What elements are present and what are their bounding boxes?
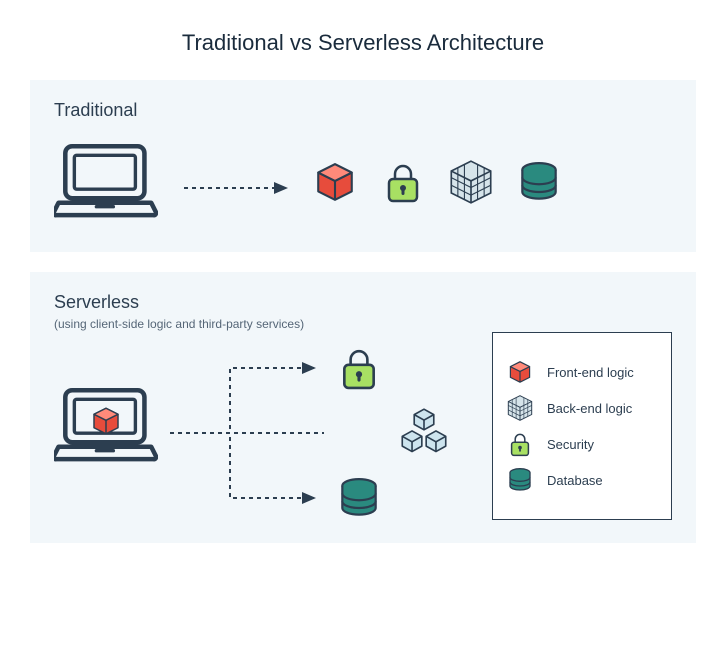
legend-box: Front-end logic Back-end logic Security … — [492, 332, 672, 520]
database-icon — [514, 157, 564, 207]
legend-label: Database — [547, 473, 603, 488]
serverless-panel: Serverless (using client-side logic and … — [30, 272, 696, 543]
serverless-title: Serverless — [54, 292, 672, 313]
legend-label: Front-end logic — [547, 365, 634, 380]
diagram-title: Traditional vs Serverless Architecture — [30, 30, 696, 56]
serverless-subtitle: (using client-side logic and third-party… — [54, 317, 672, 331]
laptop-icon — [54, 139, 164, 224]
legend-database: Database — [507, 467, 657, 493]
arrow-icon — [182, 181, 292, 183]
backend-cube-icon — [446, 157, 496, 207]
legend-frontend: Front-end logic — [507, 359, 657, 385]
legend-security: Security — [507, 431, 657, 457]
legend-label: Security — [547, 437, 594, 452]
legend-backend: Back-end logic — [507, 395, 657, 421]
backend-cube-icon — [507, 395, 533, 421]
lock-icon — [334, 343, 384, 393]
database-icon — [334, 473, 384, 523]
lock-icon — [378, 157, 428, 207]
frontend-cube-icon — [507, 359, 533, 385]
traditional-title: Traditional — [54, 100, 672, 121]
laptop-with-cube-icon — [54, 383, 164, 468]
database-icon — [507, 467, 533, 493]
branching-arrows-icon — [164, 343, 324, 523]
small-cubes-icon — [399, 408, 449, 458]
legend-label: Back-end logic — [547, 401, 632, 416]
traditional-panel: Traditional — [30, 80, 696, 252]
lock-icon — [507, 431, 533, 457]
frontend-cube-icon — [310, 157, 360, 207]
